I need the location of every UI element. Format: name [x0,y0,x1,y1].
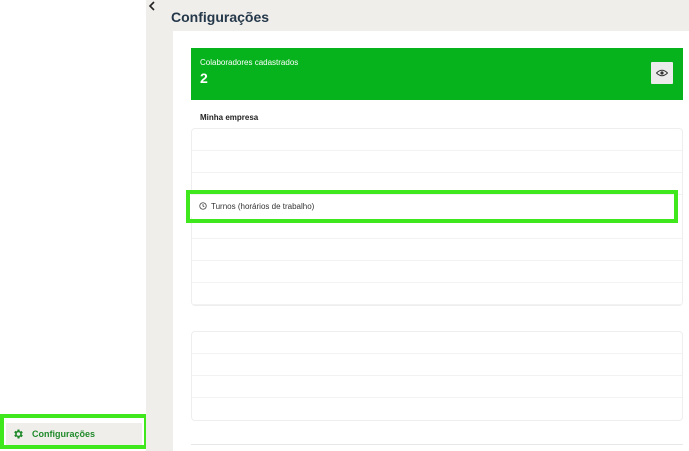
highlight-box [0,414,148,449]
section-title: Minha empresa [200,113,259,122]
stat-label: Colaboradores cadastrados [200,58,299,67]
collaborators-stat: Colaboradores cadastrados 2 [191,48,683,100]
sidebar: Configurações [0,0,146,451]
settings-list-secondary [191,331,683,421]
list-item [192,261,682,283]
page-title: Configurações [171,9,270,25]
list-item [192,376,682,398]
list-item [192,151,682,173]
list-item [192,239,682,261]
list-item [192,332,682,354]
app-root: Configurações Configurações Colaboradore… [0,0,689,451]
list-item [192,129,682,151]
chevron-left-icon [148,0,156,16]
eye-icon [655,64,669,82]
list-item [192,354,682,376]
view-collaborators-button[interactable] [651,62,673,84]
stat-value: 2 [200,70,208,86]
highlight-box [186,190,678,223]
list-item [192,283,682,305]
divider [191,444,683,445]
collapse-sidebar-button[interactable] [147,0,157,14]
